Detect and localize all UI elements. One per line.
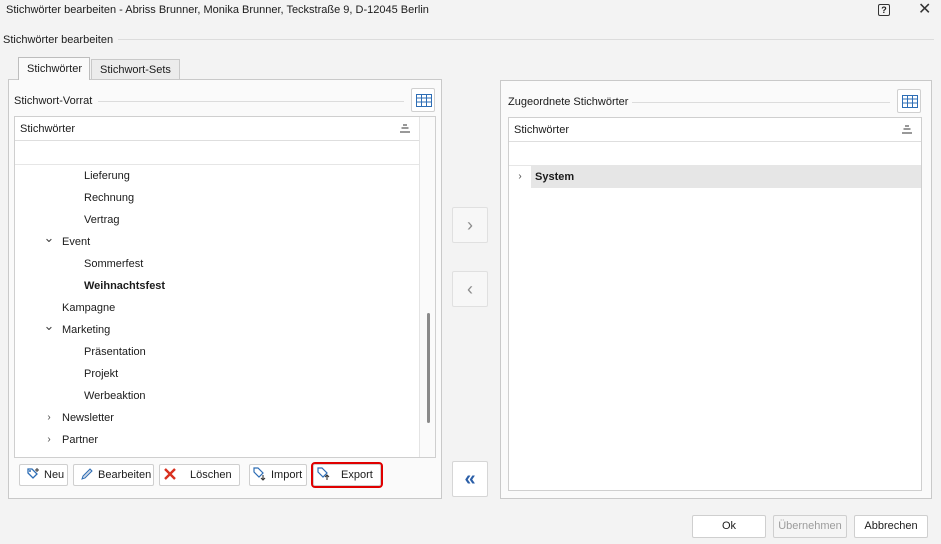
tree-row[interactable]: › Produktinfo <box>15 451 419 457</box>
filter-row[interactable] <box>509 142 921 166</box>
scrollbar[interactable] <box>419 117 435 457</box>
tree-row-system[interactable]: › System <box>509 166 921 188</box>
tree-row[interactable]: Vertrag <box>15 209 419 231</box>
table-grid-icon[interactable] <box>897 89 921 113</box>
assigned-keywords-label: Zugeordnete Stichwörter <box>508 96 629 108</box>
tree-row-label: Partner <box>62 434 99 446</box>
tree-row-label: Produktinfo <box>62 451 118 457</box>
new-button[interactable]: Neu <box>19 464 68 486</box>
tab-stichwort-sets[interactable]: Stichwort-Sets <box>91 59 180 79</box>
add-keyword-button[interactable]: › <box>452 207 488 243</box>
tree-header: Stichwörter <box>509 118 921 142</box>
edit-button[interactable]: Bearbeiten <box>73 464 154 486</box>
tab-stichwoerter[interactable]: Stichwörter <box>18 57 90 80</box>
cancel-button[interactable]: Abbrechen <box>854 515 928 538</box>
tree-row-label: Rechnung <box>84 192 135 204</box>
sort-icon[interactable] <box>901 125 913 135</box>
tree-row-label: Sommerfest <box>84 258 144 270</box>
sort-icon[interactable] <box>399 124 411 134</box>
tree-row[interactable]: Weihnachtsfest <box>15 275 419 297</box>
sparkle-tag-icon <box>26 467 40 481</box>
tree-row-label: System <box>535 171 575 183</box>
chevron-down-icon[interactable]: ⌄ <box>42 315 56 337</box>
export-button-label: Export <box>341 469 373 481</box>
help-icon[interactable]: ? <box>878 4 890 16</box>
assigned-keywords-tree[interactable]: Stichwörter › System <box>508 117 922 491</box>
table-grid-icon[interactable] <box>411 88 435 112</box>
tree-row-label: Projekt <box>84 368 119 380</box>
chevron-right-icon[interactable]: › <box>42 407 56 429</box>
tree-row-label: Marketing <box>62 324 111 336</box>
tree-row-label: Lieferung <box>84 170 130 182</box>
tree-row[interactable]: Rechnung <box>15 187 419 209</box>
column-header: Stichwörter <box>514 124 570 136</box>
chevron-right-icon[interactable]: › <box>42 429 56 451</box>
column-header: Stichwörter <box>20 123 76 135</box>
tree-row[interactable]: Lieferung <box>15 165 419 187</box>
window-title: Stichwörter bearbeiten - Abriss Brunner,… <box>6 4 429 16</box>
ok-button[interactable]: Ok <box>692 515 766 538</box>
import-button[interactable]: Import <box>249 464 307 486</box>
export-button[interactable]: Export <box>311 462 383 488</box>
tree-row-label: Werbeaktion <box>84 390 146 402</box>
chevron-right-icon[interactable]: › <box>42 451 56 457</box>
scroll-thumb[interactable] <box>427 313 430 423</box>
title-bar: Stichwörter bearbeiten - Abriss Brunner,… <box>0 0 941 22</box>
tree-row[interactable]: ⌄ Marketing <box>15 318 419 341</box>
tree-row-label: Präsentation <box>84 346 146 358</box>
tag-import-icon <box>253 467 267 481</box>
tree-row[interactable]: ⌄ Event <box>15 230 419 253</box>
new-button-label: Neu <box>44 469 65 481</box>
tree-row[interactable]: › Newsletter <box>15 407 419 429</box>
tree-row-label: Vertrag <box>84 214 120 226</box>
tree-row[interactable]: Kampagne <box>15 297 419 319</box>
tree-row[interactable]: Werbeaktion <box>15 385 419 407</box>
red-x-icon <box>163 467 177 481</box>
chevron-right-icon[interactable]: › <box>513 166 527 188</box>
stichwort-vorrat-tree[interactable]: Stichwörter Lieferung Rechnung Vertrag ⌄ Eve… <box>14 116 436 458</box>
edit-button-label: Bearbeiten <box>98 469 152 481</box>
tree-row-label: Kampagne <box>62 302 116 314</box>
tree-row[interactable]: › Partner <box>15 429 419 451</box>
stichwort-vorrat-label: Stichwort-Vorrat <box>14 95 93 107</box>
tree-row-label: Weihnachtsfest <box>84 280 166 292</box>
selected-row-highlight <box>531 166 921 188</box>
tree-row-label: Event <box>62 236 91 248</box>
group-divider <box>98 101 404 102</box>
close-icon[interactable]: ✕ <box>918 1 931 19</box>
tag-export-icon <box>317 467 331 481</box>
section-divider <box>118 39 934 40</box>
remove-keyword-button[interactable]: ‹ <box>452 271 488 307</box>
tree-row[interactable]: Sommerfest <box>15 253 419 275</box>
tree-row[interactable]: Projekt <box>15 363 419 385</box>
group-divider <box>632 102 890 103</box>
pencil-icon <box>80 467 94 481</box>
delete-button[interactable]: Löschen <box>159 464 240 486</box>
filter-row[interactable] <box>15 141 419 165</box>
remove-all-keywords-button[interactable]: « <box>452 461 488 497</box>
apply-button[interactable]: Übernehmen <box>773 515 847 538</box>
tree-row[interactable]: Präsentation <box>15 341 419 363</box>
import-button-label: Import <box>271 469 303 481</box>
chevron-down-icon[interactable]: ⌄ <box>42 227 56 249</box>
tree-header: Stichwörter <box>15 117 435 141</box>
section-label: Stichwörter bearbeiten <box>3 34 114 46</box>
tree-row-label: Newsletter <box>62 412 114 424</box>
delete-button-label: Löschen <box>190 469 232 481</box>
